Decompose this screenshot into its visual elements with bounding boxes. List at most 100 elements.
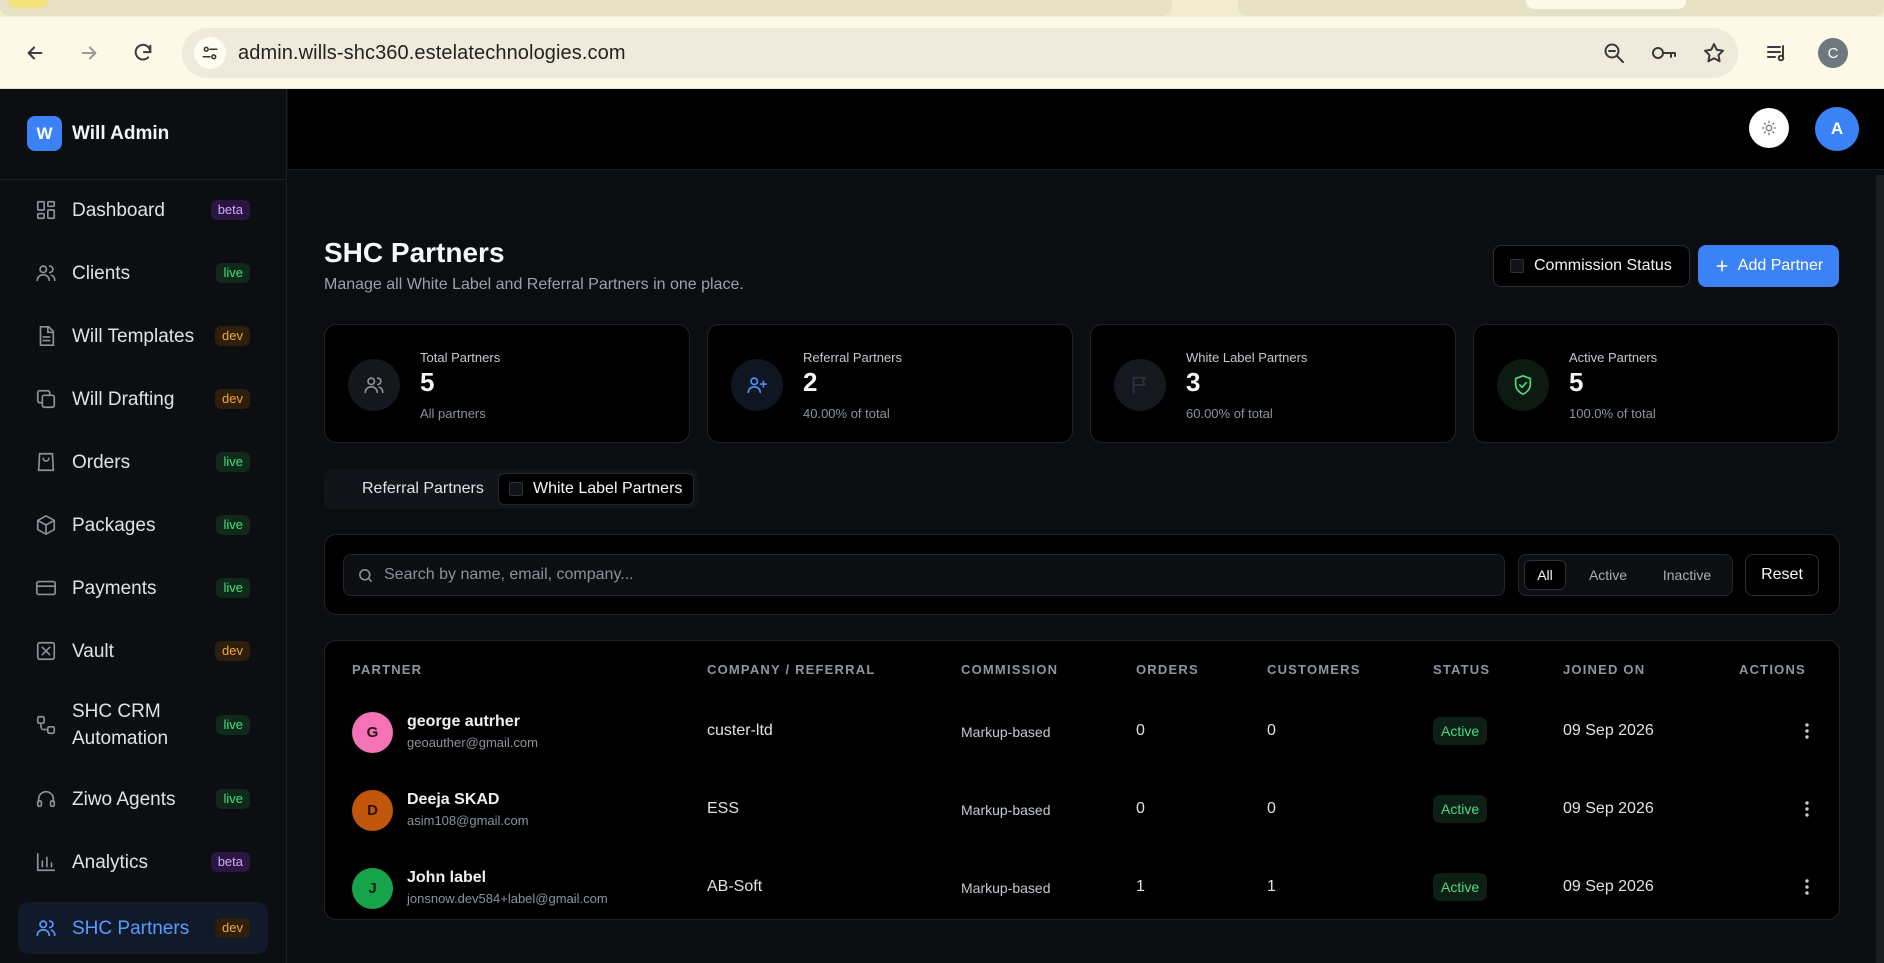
forward-icon[interactable] [74,38,104,68]
more-actions-icon[interactable] [1794,796,1820,822]
partner-customers: 0 [1267,800,1276,817]
sidebar-item-will-drafting[interactable]: Will Drafting dev [18,376,268,422]
sidebar-item-label: Dashboard [72,199,165,221]
filter-active-button[interactable]: Active [1579,560,1637,590]
users-icon [36,265,56,282]
filter-all-button[interactable]: All [1524,560,1566,590]
sidebar: W Will Admin Dashboard beta Clients live… [0,89,287,963]
document-icon [39,326,55,346]
sun-icon [1761,120,1777,136]
more-actions-icon[interactable] [1794,718,1820,744]
bookmark-star-icon[interactable] [1702,41,1726,65]
sidebar-item-shc-crm-automation[interactable]: SHC CRM Automation live [18,691,268,759]
search-icon [359,569,372,582]
status-badge: dev [215,918,250,938]
filter-inactive-button[interactable]: Inactive [1649,560,1725,590]
status-badge: dev [215,641,250,661]
partner-company: ESS [707,800,740,817]
flag-icon [1114,359,1166,411]
table-row[interactable]: J John label jonsnow.dev584+label@gmail.… [325,849,1841,927]
column-header[interactable]: COMMISSION [961,662,1058,677]
site-settings-icon[interactable] [194,37,226,69]
column-header[interactable]: ORDERS [1136,662,1199,677]
sidebar-item-label: Vault [72,640,114,662]
theme-toggle-button[interactable] [1749,108,1789,148]
user-plus-icon [731,359,783,411]
sidebar-item-will-templates[interactable]: Will Templates dev [18,313,268,359]
tab-referral-partners[interactable]: Referral Partners [330,473,498,505]
active-tab-edge [1526,0,1686,9]
users-icon [348,359,400,411]
search-box[interactable] [343,554,1505,596]
stat-label: Active Partners [1569,350,1658,365]
stat-value: 2 [803,367,818,397]
partner-orders: 0 [1136,800,1145,817]
sidebar-item-label: SHC Partners [72,917,190,939]
back-icon[interactable] [20,38,50,68]
sidebar-item-payments[interactable]: Payments live [18,565,268,611]
add-partner-button[interactable]: Add Partner [1698,245,1839,287]
main-content: SHC Partners Manage all White Label and … [288,171,1876,963]
stat-card-total: Total Partners 5 All partners [324,324,690,443]
page-subtitle: Manage all White Label and Referral Part… [324,276,744,293]
sidebar-item-label: Ziwo Agents [72,788,176,810]
sidebar-item-orders[interactable]: Orders live [18,439,268,485]
stat-value: 5 [420,367,435,397]
brand[interactable]: W Will Admin [0,89,287,180]
stat-card-active: Active Partners 5 100.0% of total [1473,324,1839,443]
scrollbar[interactable] [1876,175,1884,963]
partner-commission: Markup-based [961,802,1051,818]
status-badge: live [216,452,250,472]
partner-name[interactable]: Deeja SKAD [407,791,499,809]
dashboard-icon [36,200,56,220]
reset-button[interactable]: Reset [1745,554,1819,596]
partner-name[interactable]: george autrher [407,713,520,731]
stat-card-referral: Referral Partners 2 40.00% of total [707,324,1073,443]
search-input[interactable] [384,555,1484,595]
sidebar-item-dashboard[interactable]: Dashboard beta [18,187,268,233]
partners-table: PARTNER COMPANY / REFERRAL COMMISSION OR… [324,640,1840,920]
user-avatar[interactable]: A [1815,107,1859,151]
column-header[interactable]: COMPANY / REFERRAL [707,662,875,677]
stat-card-white-label: White Label Partners 3 60.00% of total [1090,324,1456,443]
sidebar-item-vault[interactable]: Vault dev [18,628,268,674]
column-header[interactable]: ACTIONS [1739,662,1806,677]
address-bar[interactable]: admin.wills-shc360.estelatechnologies.co… [182,28,1738,78]
stat-label: Referral Partners [803,350,902,365]
media-controls-icon[interactable] [1762,38,1792,68]
column-header[interactable]: PARTNER [352,662,422,677]
more-actions-icon[interactable] [1794,874,1820,900]
partner-name[interactable]: John label [407,869,486,887]
partner-commission: Markup-based [961,880,1051,896]
browser-profile-avatar[interactable]: C [1818,38,1848,68]
sidebar-item-ziwo-agents[interactable]: Ziwo Agents live [18,776,268,822]
reload-icon[interactable] [128,38,158,68]
partner-customers: 0 [1267,722,1276,739]
package-icon [36,515,56,535]
status-badge: live [216,515,250,535]
table-row[interactable]: D Deeja SKAD asim108@gmail.com ESS Marku… [325,771,1841,849]
partner-avatar: D [352,790,393,831]
tab-label: White Label Partners [533,480,683,497]
browser-tab[interactable] [0,0,1172,16]
password-key-icon[interactable] [1650,41,1678,65]
sidebar-item-label: Packages [72,514,156,536]
commission-status-button[interactable]: Commission Status [1493,245,1690,287]
zoom-icon[interactable] [1602,41,1626,65]
column-header[interactable]: JOINED ON [1563,662,1645,677]
url-text[interactable]: admin.wills-shc360.estelatechnologies.co… [238,42,626,65]
partner-commission: Markup-based [961,724,1051,740]
status-badge: live [216,715,250,735]
chart-icon [36,852,56,872]
stat-note: 40.00% of total [803,406,890,421]
tab-white-label-partners[interactable]: White Label Partners [498,473,694,505]
column-header[interactable]: CUSTOMERS [1267,662,1361,677]
sidebar-item-analytics[interactable]: Analytics beta [18,839,268,885]
column-header[interactable]: STATUS [1433,662,1490,677]
sidebar-item-shc-partners[interactable]: SHC Partners dev [18,902,268,954]
partner-email: asim108@gmail.com [407,813,529,828]
table-row[interactable]: G george autrher geoauther@gmail.com cus… [325,693,1841,771]
sidebar-item-packages[interactable]: Packages live [18,502,268,548]
stat-value: 3 [1186,367,1201,397]
sidebar-item-clients[interactable]: Clients live [18,250,268,296]
